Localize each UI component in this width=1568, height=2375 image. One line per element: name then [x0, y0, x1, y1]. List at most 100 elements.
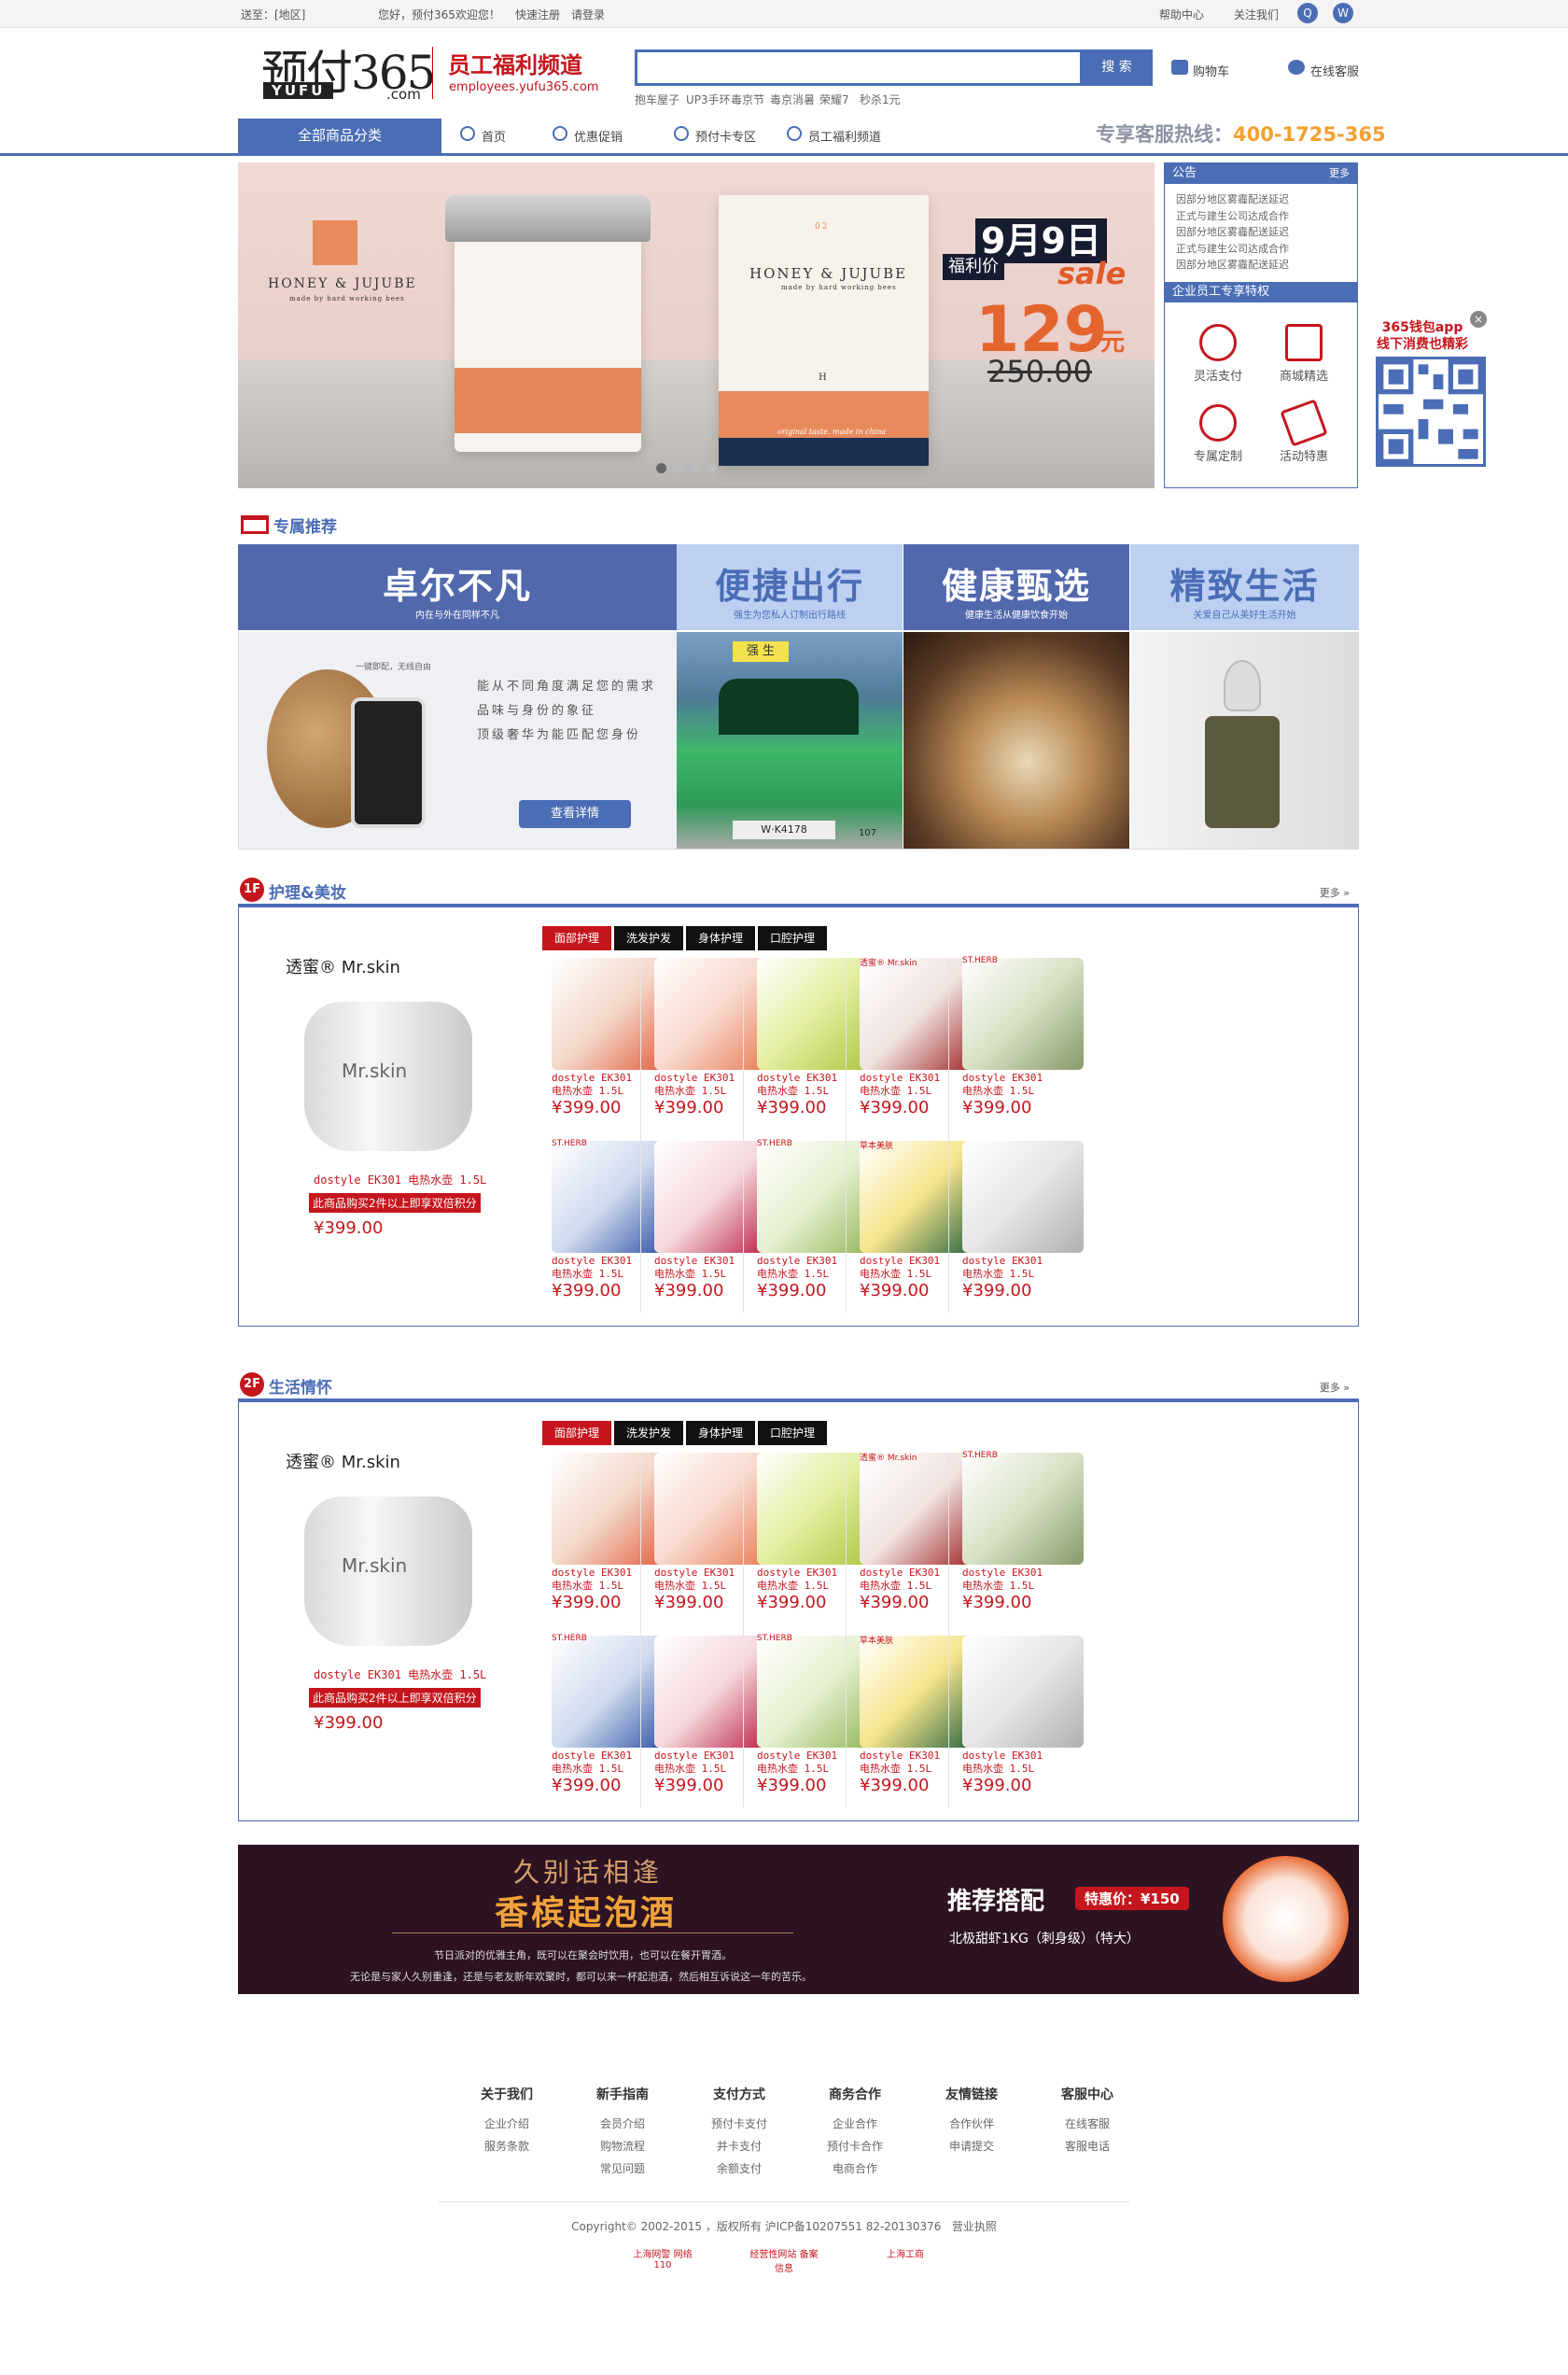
footer-link[interactable]: 余额支付: [693, 2157, 786, 2180]
tile-lifestyle[interactable]: 精致生活 关爱自己从美好生活开始: [1130, 544, 1359, 630]
notice-more-link[interactable]: 更多: [1329, 163, 1350, 184]
tab-body-care[interactable]: 身体护理: [686, 1421, 755, 1445]
product-price: ¥399.00: [962, 1776, 1032, 1795]
tab-face-care[interactable]: 面部护理: [542, 1421, 611, 1445]
tab-oral-care[interactable]: 口腔护理: [758, 926, 827, 950]
cart-icon[interactable]: [1171, 60, 1188, 75]
footer-link[interactable]: 企业合作: [808, 2113, 902, 2135]
home-icon: [460, 126, 475, 141]
cert-police[interactable]: 上海网警 网络110: [625, 2246, 700, 2280]
qq-icon[interactable]: Q: [1297, 3, 1318, 23]
tile-health[interactable]: 健康甄选 健康生活从健康饮食开始: [903, 544, 1129, 630]
tab-hair-care[interactable]: 洗发护发: [614, 926, 683, 950]
tab-face-care[interactable]: 面部护理: [542, 926, 611, 950]
perk-header: 企业员工专享特权: [1165, 281, 1357, 302]
old-price: 250.00: [987, 354, 1092, 389]
footer-link[interactable]: 电商合作: [808, 2157, 902, 2180]
perk-custom[interactable]: 专属定制: [1176, 404, 1260, 464]
column-separator: [640, 1453, 641, 1807]
product-card[interactable]: ST.HERB dostyle EK301 电热水壶 1.5L ¥399.00: [953, 1451, 1102, 1630]
tab-body-care[interactable]: 身体护理: [686, 926, 755, 950]
delivery-region[interactable]: 送至：[地区]: [241, 7, 305, 22]
footer-link[interactable]: 购物流程: [576, 2135, 669, 2157]
footer-link[interactable]: 预付卡合作: [808, 2135, 902, 2157]
product-card[interactable]: ST.HERB dostyle EK301 电热水壶 1.5L ¥399.00: [953, 956, 1102, 1135]
footer-link[interactable]: 合作伙伴: [925, 2113, 1018, 2135]
product-image: [962, 958, 1084, 1070]
follow-link[interactable]: 关注我们: [1234, 7, 1279, 22]
service-link[interactable]: 在线客服: [1310, 62, 1359, 79]
notice-item[interactable]: 正式与建生公司达成合作: [1165, 241, 1357, 258]
cart-link[interactable]: 购物车: [1193, 62, 1229, 79]
cert-commerce[interactable]: 上海工商: [868, 2246, 943, 2280]
floor-2-box: 面部护理 洗发护发 身体护理 口腔护理 透蜜® Mr.skin Mr.skin dos…: [238, 1401, 1359, 1821]
notice-item[interactable]: 因部分地区雾霾配送延迟: [1165, 191, 1357, 208]
keyword-link[interactable]: 秒杀1元: [860, 91, 901, 107]
product-name: dostyle EK301 电热水壶 1.5L: [962, 1567, 1043, 1592]
search-button[interactable]: 搜 索: [1081, 49, 1153, 86]
product-name: dostyle EK301 电热水壶 1.5L: [962, 1255, 1043, 1280]
floor-1-title: 护理&美妆: [269, 884, 346, 903]
card-icon: [674, 126, 689, 141]
perk-flexible-pay[interactable]: 灵活支付: [1176, 324, 1260, 384]
footer-link[interactable]: 企业介绍: [460, 2113, 553, 2135]
login-link[interactable]: 请登录: [571, 7, 605, 22]
footer-link[interactable]: 服务条款: [460, 2135, 553, 2157]
keyword-link[interactable]: 荣耀7: [819, 91, 849, 107]
footer-link[interactable]: 常见问题: [576, 2157, 669, 2180]
product-card[interactable]: dostyle EK301 电热水壶 1.5L ¥399.00: [953, 1141, 1102, 1318]
wine-ad-banner[interactable]: 久别话相逢 香槟起泡酒 节日派对的优雅主角，既可以在聚会时饮用，也可以在餐开胃酒…: [238, 1845, 1359, 1994]
product-card[interactable]: dostyle EK301 电热水壶 1.5L ¥399.00: [953, 1636, 1102, 1813]
register-link[interactable]: 快速注册: [515, 7, 560, 22]
notice-item[interactable]: 因部分地区雾霾配送延迟: [1165, 224, 1357, 241]
nav-underline: [0, 153, 1568, 156]
tab-oral-care[interactable]: 口腔护理: [758, 1421, 827, 1445]
tile-travel[interactable]: 便捷出行 强生为您私人订制出行路线: [677, 544, 903, 630]
tile-distinguished[interactable]: 卓尔不凡 内在与外在同样不凡: [238, 544, 677, 630]
footer-link[interactable]: 预付卡支付: [693, 2113, 786, 2135]
cert-business[interactable]: 经营性网站 备案信息: [747, 2246, 821, 2280]
footer-link[interactable]: 客服电话: [1041, 2135, 1134, 2157]
hero-banner[interactable]: HONEY & JUJUBE made by hard working bees…: [238, 162, 1155, 488]
box-brand-sub: made by hard working bees: [781, 284, 897, 291]
grinder-photo[interactable]: [1130, 632, 1359, 849]
footer-link[interactable]: 并卡支付: [693, 2135, 786, 2157]
perk-mall-select[interactable]: 商城精选: [1262, 324, 1346, 384]
speaker-promo[interactable]: 一键即配，无线自由 能从不同角度满足您的需求 品味与身份的象征 顶级奢华为能匹配…: [238, 632, 677, 849]
floor-2-tabs: 面部护理 洗发护发 身体护理 口腔护理: [542, 1421, 830, 1445]
help-link[interactable]: 帮助中心: [1159, 7, 1204, 22]
keyword-link[interactable]: 抱车屋子: [635, 91, 679, 107]
nav-promotions[interactable]: 优惠促销: [574, 127, 623, 145]
view-detail-button[interactable]: 查看详情: [519, 800, 631, 828]
headset-icon[interactable]: [1288, 60, 1305, 75]
search-input[interactable]: [635, 49, 1083, 86]
taxi-photo[interactable]: 强 生 W·K4178 107: [677, 632, 903, 849]
footer-link[interactable]: 在线客服: [1041, 2113, 1134, 2135]
floor-2-more[interactable]: 更多 »: [1320, 1380, 1350, 1395]
featured-product[interactable]: 透蜜® Mr.skin Mr.skin dostyle EK301 电热水壶 1…: [262, 954, 514, 1253]
footer-link[interactable]: 会员介绍: [576, 2113, 669, 2135]
floor-1-more[interactable]: 更多 »: [1320, 885, 1350, 900]
license-link[interactable]: 营业执照: [952, 2220, 997, 2233]
keyword-link[interactable]: 毒京节: [731, 91, 764, 107]
notice-item[interactable]: 正式与建生公司达成合作: [1165, 208, 1357, 225]
keyword-link[interactable]: UP3手环: [686, 91, 731, 107]
nav-home[interactable]: 首页: [482, 127, 506, 145]
nav-prepaid[interactable]: 预付卡专区: [695, 127, 756, 145]
nav-welfare[interactable]: 员工福利频道: [808, 127, 881, 145]
product-image: [962, 1453, 1084, 1565]
ad-line2: 香槟起泡酒: [495, 1894, 678, 1932]
carousel-dots[interactable]: [656, 463, 723, 476]
promo-top: 一键即配，无线自由: [356, 663, 432, 672]
notice-item[interactable]: 因部分地区雾霾配送延迟: [1165, 257, 1357, 274]
keyword-link[interactable]: 毒京消暑: [770, 91, 815, 107]
all-categories-button[interactable]: 全部商品分类: [238, 119, 441, 153]
perk-sale[interactable]: 活动特惠: [1262, 399, 1346, 464]
footer-link[interactable]: 申请提交: [925, 2135, 1018, 2157]
featured-product[interactable]: 透蜜® Mr.skin Mr.skin dostyle EK301 电热水壶 1…: [262, 1449, 514, 1748]
close-icon[interactable]: ×: [1470, 311, 1487, 328]
wechat-icon[interactable]: W: [1333, 3, 1353, 23]
food-photo[interactable]: [903, 632, 1129, 849]
tab-hair-care[interactable]: 洗发护发: [614, 1421, 683, 1445]
product-price: ¥399.00: [962, 1281, 1032, 1300]
